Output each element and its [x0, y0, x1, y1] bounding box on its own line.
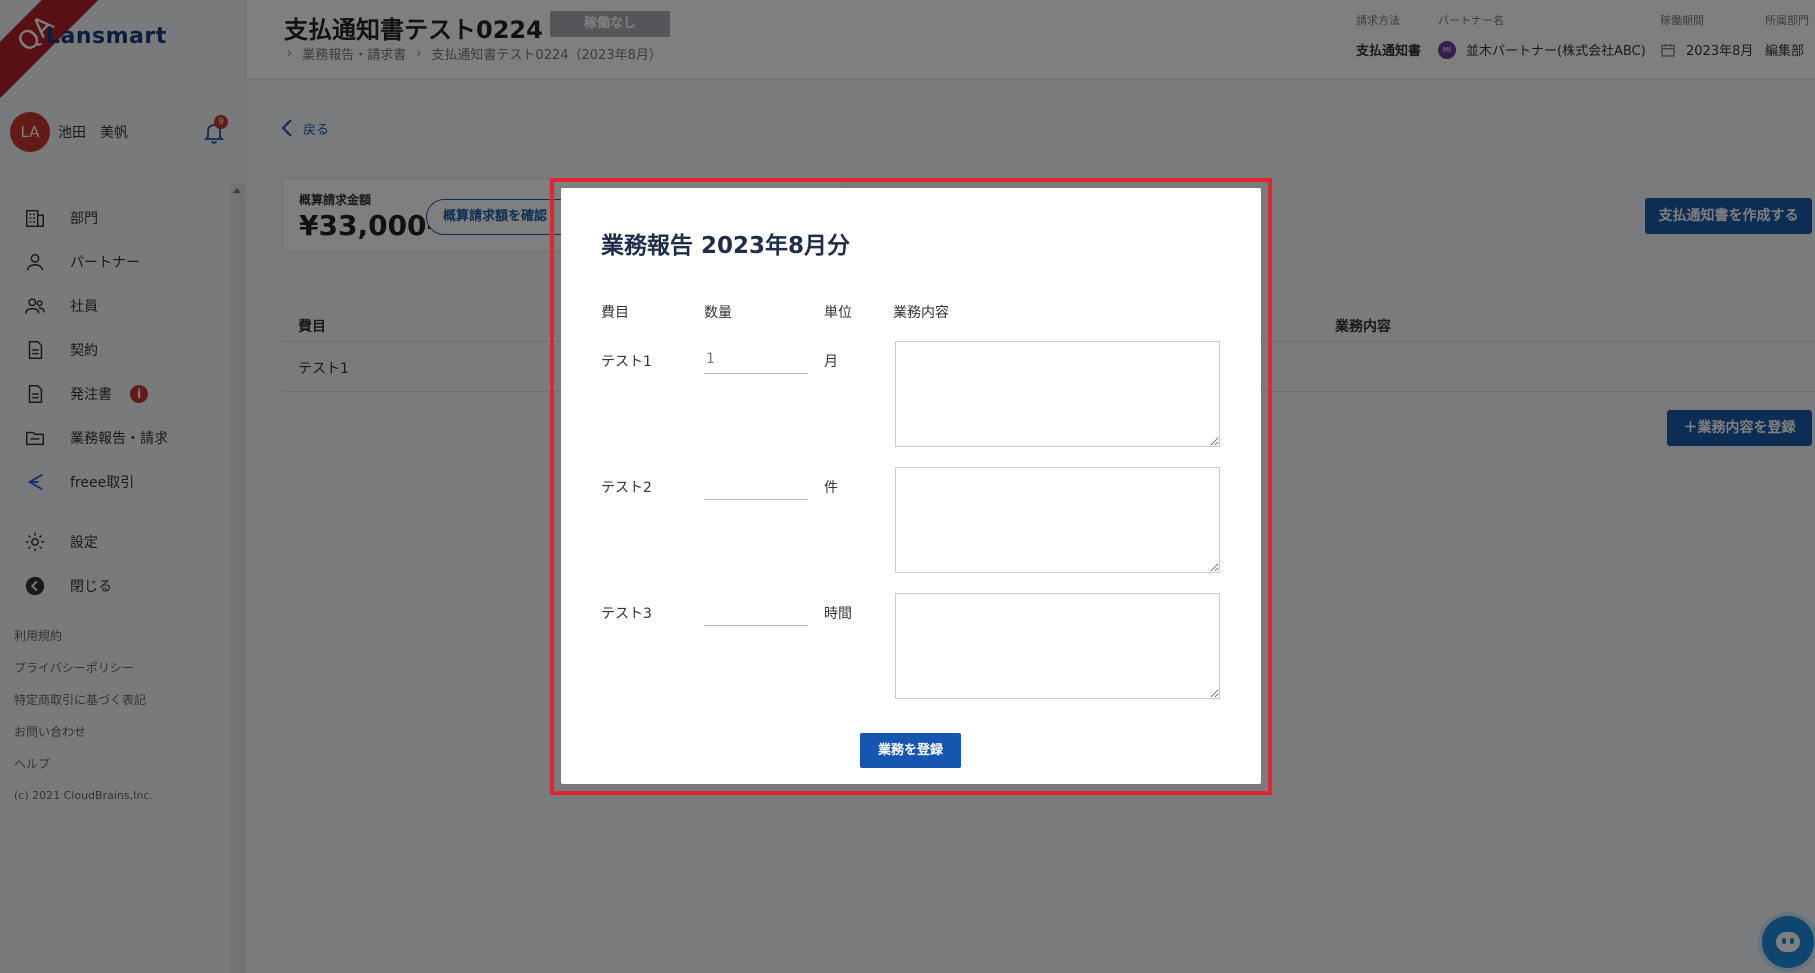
- work-content-textarea[interactable]: [895, 341, 1220, 447]
- work-content-textarea[interactable]: [895, 467, 1220, 573]
- column-header-qty: 数量: [704, 305, 732, 321]
- unit-label: 件: [824, 480, 838, 496]
- quantity-input[interactable]: [704, 470, 808, 500]
- column-header-content: 業務内容: [893, 305, 949, 321]
- column-header-item: 費目: [601, 305, 629, 321]
- quantity-input[interactable]: [704, 344, 808, 374]
- work-report-modal: 業務報告 2023年8月分 費目 数量 単位 業務内容 テスト1 月 テスト2 …: [561, 188, 1261, 784]
- row-item-label: テスト2: [601, 480, 652, 496]
- register-work-button[interactable]: 業務を登録: [860, 733, 961, 768]
- work-content-textarea[interactable]: [895, 593, 1220, 699]
- unit-label: 時間: [824, 606, 852, 622]
- column-header-unit: 単位: [824, 305, 852, 321]
- row-item-label: テスト1: [601, 354, 652, 370]
- modal-title: 業務報告 2023年8月分: [601, 233, 851, 259]
- row-item-label: テスト3: [601, 606, 652, 622]
- quantity-input[interactable]: [704, 596, 808, 626]
- unit-label: 月: [824, 354, 838, 370]
